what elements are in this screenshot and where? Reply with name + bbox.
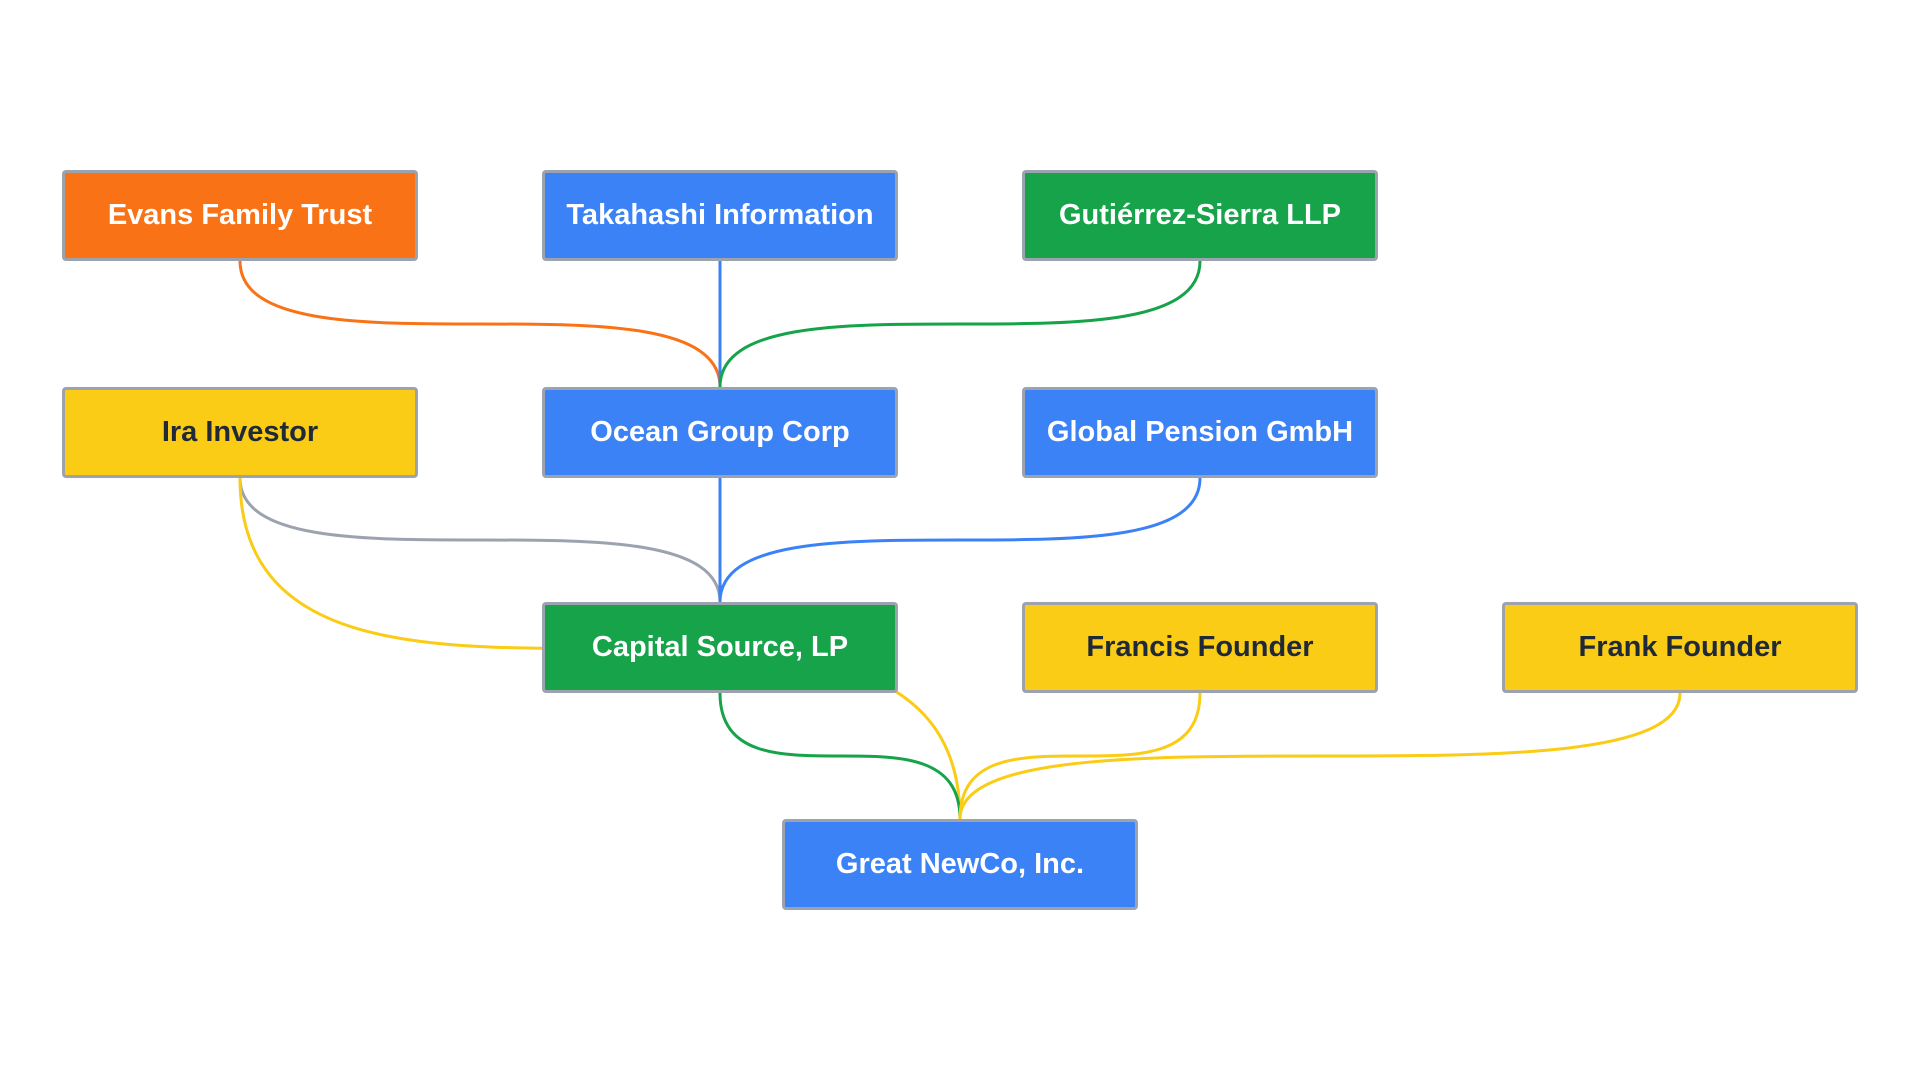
- node-label: Great NewCo, Inc.: [835, 848, 1085, 880]
- node-label: Capital Source, LP: [591, 631, 849, 663]
- node-label: Global Pension GmbH: [1046, 416, 1354, 448]
- node-label: Ocean Group Corp: [590, 416, 850, 448]
- node-evans[interactable]: Evans Family Trust: [62, 170, 418, 261]
- node-frank[interactable]: Frank Founder: [1502, 602, 1858, 693]
- node-label: Ira Investor: [161, 416, 319, 448]
- node-ira[interactable]: Ira Investor: [62, 387, 418, 478]
- node-gutierrez[interactable]: Gutiérrez-Sierra LLP: [1022, 170, 1378, 261]
- edge-global-to-capital: [718, 477, 1202, 603]
- node-ocean[interactable]: Ocean Group Corp: [542, 387, 898, 478]
- edges-layer: [238, 260, 1682, 820]
- node-newco[interactable]: Great NewCo, Inc.: [782, 819, 1138, 910]
- node-global[interactable]: Global Pension GmbH: [1022, 387, 1378, 478]
- node-francis[interactable]: Francis Founder: [1022, 602, 1378, 693]
- node-label: Frank Founder: [1578, 631, 1782, 663]
- edge-evans-to-ocean: [238, 260, 722, 388]
- node-label: Takahashi Information: [566, 199, 874, 231]
- node-capital[interactable]: Capital Source, LP: [542, 602, 898, 693]
- node-label: Gutiérrez-Sierra LLP: [1058, 199, 1342, 231]
- edge-ira-to-capital: [238, 477, 722, 603]
- node-takahashi[interactable]: Takahashi Information: [542, 170, 898, 261]
- node-label: Francis Founder: [1086, 631, 1314, 663]
- edge-capital-to-newco: [718, 692, 962, 820]
- edge-gutierrez-to-ocean: [718, 260, 1202, 388]
- edge-francis-to-newco: [958, 692, 1202, 820]
- node-label: Evans Family Trust: [107, 199, 373, 231]
